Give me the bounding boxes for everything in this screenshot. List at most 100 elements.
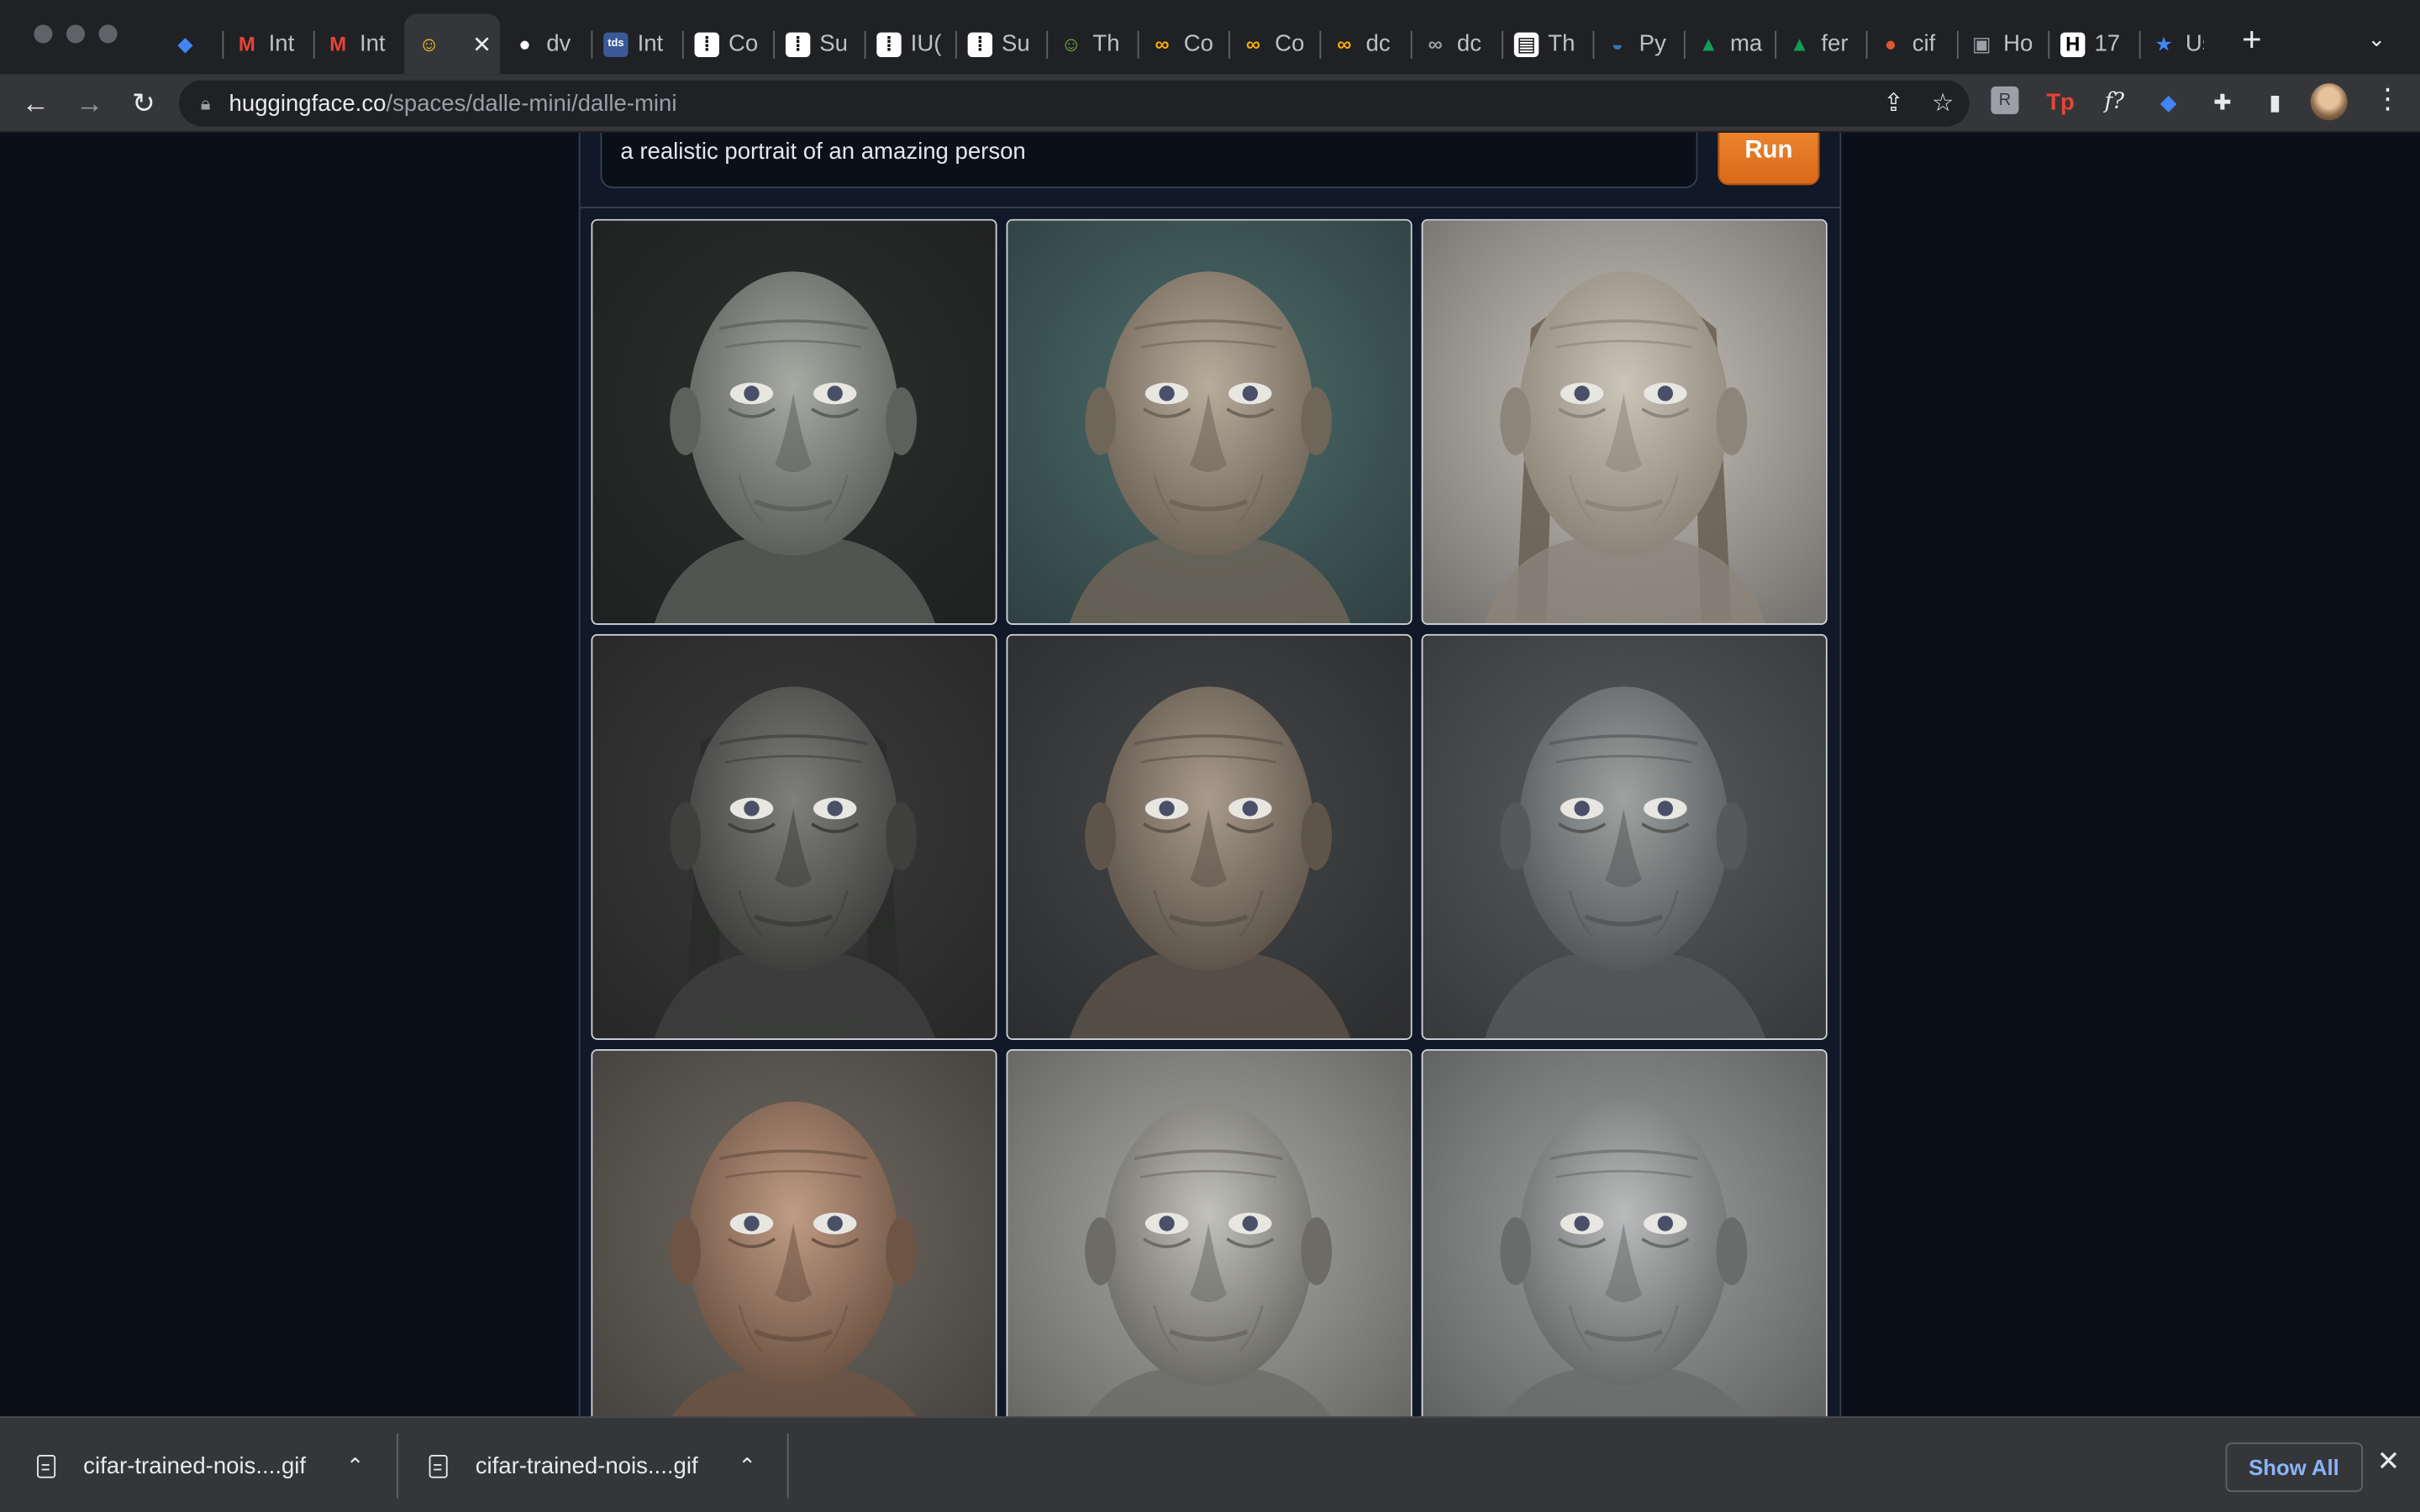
zoom-window-button[interactable] <box>98 24 118 44</box>
tab-title: dv <box>546 30 571 57</box>
portrait-image <box>592 1050 996 1417</box>
portrait-image <box>1007 635 1411 1039</box>
tab-close-icon[interactable]: ✕ <box>472 30 492 58</box>
close-downloads-bar-icon[interactable]: ✕ <box>2377 1446 2401 1478</box>
url-host: huggingface.co <box>229 90 387 117</box>
download-item[interactable]: cifar-trained-nois....gif ⌃ <box>37 1418 364 1512</box>
tab[interactable]: ∞ Co <box>1137 14 1228 75</box>
extension-r-icon[interactable]: R <box>1991 86 2019 114</box>
address-bar[interactable]: 🔒︎ huggingface.co/spaces/dalle-mini/dall… <box>179 80 1970 127</box>
minimize-window-button[interactable] <box>66 24 86 44</box>
python-icon: ◒ <box>1611 32 1624 56</box>
dalle-mini-panel: a realistic portrait of an amazing perso… <box>578 132 1842 1417</box>
tab-title: dc <box>1456 30 1481 57</box>
tab-search-button[interactable]: ⌄ <box>2368 26 2386 52</box>
show-all-downloads-button[interactable]: Show All <box>2225 1442 2363 1493</box>
close-window-button[interactable] <box>34 24 53 44</box>
download-item[interactable]: cifar-trained-nois....gif ⌃ <box>429 1418 756 1512</box>
colab-icon: ∞ <box>1155 32 1170 56</box>
tab[interactable]: ⁞ Co <box>681 14 773 75</box>
tab[interactable]: ◒ Py <box>1592 14 1684 75</box>
page-icon: ▣ <box>1972 31 1991 55</box>
tab[interactable]: ★ Us <box>2139 14 2217 75</box>
duckduckgo-icon: ● <box>1884 32 1897 56</box>
lock-icon: 🔒︎ <box>200 92 211 113</box>
generated-image[interactable] <box>1006 1048 1413 1417</box>
download-filename: cifar-trained-nois....gif <box>83 1452 307 1479</box>
prompt-input[interactable]: a realistic portrait of an amazing perso… <box>600 132 1698 189</box>
window-controls <box>34 24 118 44</box>
generated-image[interactable] <box>1421 218 1828 625</box>
tab-title: Py <box>1639 30 1666 57</box>
doc-icon: ▤ <box>1513 31 1539 57</box>
tab[interactable]: ▲ fer <box>1775 14 1865 75</box>
tab[interactable]: ▣ Ho <box>1956 14 2048 75</box>
extensions-puzzle-icon[interactable]: ✚ <box>2207 87 2238 118</box>
side-panel-icon[interactable]: ▮ <box>2260 87 2291 118</box>
extension-formula-icon[interactable]: f? <box>2099 87 2130 118</box>
gmail-icon: M <box>238 32 255 56</box>
run-button[interactable]: Run <box>1718 132 1820 186</box>
share-icon[interactable]: ⇪ <box>1883 88 1904 119</box>
tab-title: Ho <box>2003 30 2033 57</box>
bookmark-star-icon[interactable]: ☆ <box>1932 88 1954 119</box>
portrait-image <box>592 220 996 624</box>
drive-icon: ▲ <box>1789 32 1810 56</box>
extension-gem-icon[interactable]: ◆ <box>2153 87 2184 118</box>
back-button[interactable]: ← <box>15 83 55 123</box>
tab-title: IU( <box>910 30 942 57</box>
generated-image[interactable] <box>591 218 997 625</box>
tab[interactable]: ∞ Co <box>1228 14 1319 75</box>
tab-title: Su <box>1002 30 1030 57</box>
medium-icon: ⁞ <box>967 31 993 57</box>
tab-title: 17 <box>2094 30 2121 57</box>
portrait-image <box>592 635 996 1039</box>
generated-image[interactable] <box>1006 218 1413 625</box>
generated-image[interactable] <box>1006 633 1413 1040</box>
download-filename: cifar-trained-nois....gif <box>475 1452 698 1479</box>
tab-title: Int <box>359 30 386 57</box>
medium-icon: ⁞ <box>694 31 719 57</box>
tab-title: Int <box>268 30 295 57</box>
generated-image[interactable] <box>1421 1048 1828 1417</box>
new-tab-button[interactable]: + <box>2235 23 2269 57</box>
generated-image[interactable] <box>1421 633 1828 1040</box>
tab-strip: ◆ M Int M Int ☺ ✕ ● dv tds Int ⁞ Co ⁞ Su ⁞ IU(⁞ Su ☺ Th ∞ Co ∞… <box>0 0 2420 75</box>
gem-icon: ◆ <box>177 31 193 55</box>
generated-image[interactable] <box>591 633 997 1040</box>
tab[interactable]: ∞ dc <box>1319 14 1410 75</box>
chevron-up-icon[interactable]: ⌃ <box>346 1452 365 1478</box>
portrait-image <box>1007 220 1411 624</box>
forward-button[interactable]: → <box>70 83 110 123</box>
colab-icon: ∞ <box>1337 32 1352 56</box>
tab[interactable]: ▲ ma <box>1683 14 1775 75</box>
tab-title: Th <box>1548 30 1576 57</box>
browser-menu-icon[interactable]: ⋮ <box>2374 83 2402 116</box>
tab[interactable]: ● cif <box>1865 14 1957 75</box>
tab-title: fer <box>1821 30 1849 57</box>
tab-title: Su <box>819 30 849 57</box>
tab-title: dc <box>1365 30 1391 57</box>
reload-button[interactable]: ↻ <box>124 83 164 123</box>
tab[interactable]: tds Int <box>591 14 681 75</box>
tab[interactable]: ● dv <box>500 14 591 75</box>
chevron-up-icon[interactable]: ⌃ <box>738 1452 756 1478</box>
tab[interactable]: ◆ <box>160 14 222 75</box>
profile-avatar[interactable] <box>2310 83 2348 121</box>
tab[interactable]: ∞ dc <box>1410 14 1502 75</box>
portrait-image <box>1423 1050 1826 1417</box>
tab[interactable]: ▤ Th <box>1502 14 1592 75</box>
tab-title: cif <box>1912 30 1936 57</box>
generated-image[interactable] <box>591 1048 997 1417</box>
tab[interactable]: ⁞ Su <box>773 14 864 75</box>
tab[interactable]: ⁞ Su <box>955 14 1046 75</box>
tab-active[interactable]: ☺ ✕ <box>404 13 501 75</box>
tab[interactable]: H 17 <box>2048 14 2139 75</box>
tab[interactable]: M Int <box>222 14 313 75</box>
tab[interactable]: ⁞ IU( <box>864 14 955 75</box>
tab[interactable]: ☺ Th <box>1046 14 1137 75</box>
gmail-icon: M <box>329 32 347 56</box>
tds-icon: tds <box>603 31 629 57</box>
extension-tp-icon[interactable]: Tp <box>2045 87 2076 118</box>
tab[interactable]: M Int <box>313 14 404 75</box>
